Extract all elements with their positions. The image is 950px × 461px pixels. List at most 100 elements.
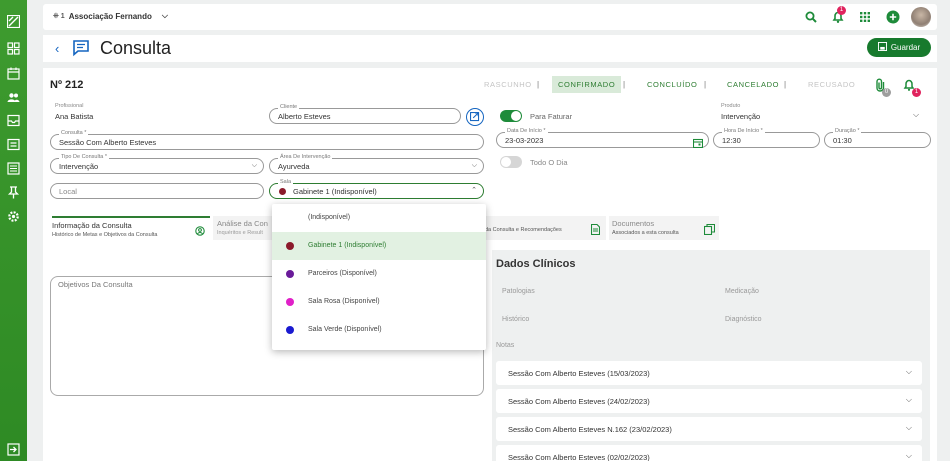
tab-documentos-subtitle: Associados a esta consulta: [612, 230, 679, 236]
sala-option[interactable]: (Indisponível): [272, 204, 486, 232]
notification-badge: 1: [837, 6, 846, 15]
cliente-field[interactable]: Cliente Alberto Esteves: [269, 104, 461, 124]
session-title: Sessão Com Alberto Esteves (15/03/2023): [508, 369, 650, 378]
avatar[interactable]: [911, 7, 931, 27]
color-dot: [286, 242, 294, 250]
logo-icon[interactable]: [7, 15, 20, 28]
page-title: Consulta: [100, 38, 172, 58]
tab-documentos-title: Documentos: [612, 219, 655, 228]
consulta-number: Nº 212: [50, 79, 84, 91]
building-icon: ⁜ 1: [53, 13, 65, 20]
status-cancelado[interactable]: CANCELADO: [727, 80, 779, 89]
tab-informacao[interactable]: Informação da Consulta Histórico de Meta…: [52, 216, 210, 240]
clipboard-icon[interactable]: [7, 138, 20, 151]
hora-inicio-field[interactable]: Hora De Início * 12:30: [713, 128, 820, 148]
title-bar: ‹ Consulta Guardar: [43, 35, 937, 62]
produto-select[interactable]: Intervenção: [721, 112, 760, 121]
status-separator: |: [623, 80, 626, 89]
sidebar: [0, 0, 27, 461]
todo-o-dia-label: Todo O Dia: [530, 158, 568, 167]
add-icon[interactable]: [886, 10, 900, 24]
session-accordion[interactable]: Sessão Com Alberto Esteves (24/02/2023) …: [496, 389, 922, 413]
sala-option-label: Gabinete 1 (Indisponível): [308, 242, 387, 249]
hora-inicio-value: 12:30: [722, 136, 741, 145]
tipo-consulta-label: Tipo De Consulta *: [59, 154, 109, 160]
consulta-label: Consulta *: [59, 130, 89, 136]
data-inicio-field[interactable]: Data De Início * 23-03-2023: [496, 128, 709, 149]
para-faturar-label: Para Faturar: [530, 112, 573, 121]
dashboard-icon[interactable]: [7, 42, 20, 55]
session-accordion[interactable]: Sessão Com Alberto Esteves (15/03/2023) …: [496, 361, 922, 385]
consulta-value: Sessão Com Alberto Esteves: [59, 138, 157, 147]
sala-select[interactable]: Sala Gabinete 1 (Indisponível) ⌃: [269, 179, 484, 199]
status-confirmado[interactable]: CONFIRMADO: [552, 76, 622, 93]
tipo-consulta-select[interactable]: Tipo De Consulta * Intervenção ⌵: [50, 154, 264, 174]
users-icon[interactable]: [7, 91, 20, 104]
session-title: Sessão Com Alberto Esteves N.162 (23/02/…: [508, 425, 672, 434]
status-separator: |: [704, 80, 707, 89]
gear-icon[interactable]: [7, 210, 20, 223]
sala-option-label: (Indisponível): [308, 214, 351, 221]
para-faturar-toggle[interactable]: [500, 110, 522, 122]
document-icon: [590, 222, 601, 240]
session-title: Sessão Com Alberto Esteves (24/02/2023): [508, 397, 650, 406]
status-rascunho[interactable]: RASCUNHO: [484, 80, 532, 89]
data-inicio-label: Data De Início *: [505, 128, 548, 134]
area-intervencao-label: Área De Intervenção: [278, 154, 333, 160]
target-icon: [195, 223, 205, 241]
copy-icon: [703, 222, 716, 240]
status-recusado[interactable]: RECUSADO: [808, 80, 855, 89]
chevron-down-icon[interactable]: ⌵: [913, 110, 919, 120]
apps-grid-icon[interactable]: [858, 10, 872, 24]
org-selector[interactable]: ⁜ 1 Associação Fernando ⌵: [53, 11, 168, 21]
medicacao-label: Medicação: [725, 288, 759, 295]
back-arrow-icon[interactable]: ‹: [55, 41, 59, 56]
duracao-label: Duração *: [833, 128, 862, 134]
cliente-value: Alberto Esteves: [278, 112, 331, 121]
area-intervencao-value: Ayurveda: [278, 162, 310, 171]
calendar-icon[interactable]: [692, 135, 704, 153]
consulta-field[interactable]: Consulta * Sessão Com Alberto Esteves: [50, 130, 484, 150]
calendar-icon[interactable]: [7, 67, 20, 80]
chat-icon: [72, 39, 90, 57]
color-dot: [286, 326, 294, 334]
sala-option-label: Sala Verde (Disponível): [308, 326, 382, 333]
session-title: Sessão Com Alberto Esteves (02/02/2023): [508, 453, 650, 461]
sala-value: Gabinete 1 (Indisponível): [293, 187, 377, 196]
notas-label: Notas: [496, 342, 515, 349]
inbox-icon[interactable]: [7, 114, 20, 127]
pin-icon[interactable]: [7, 186, 20, 199]
search-icon[interactable]: [804, 10, 818, 24]
duracao-field[interactable]: Duração * 01:30: [824, 128, 931, 148]
sala-option[interactable]: Sala Rosa (Disponível): [272, 288, 486, 316]
produto-label: Produto: [721, 103, 741, 109]
status-separator: |: [784, 80, 787, 89]
open-client-button[interactable]: [466, 108, 484, 126]
tab-documentos[interactable]: Documentos Associados a esta consulta: [609, 216, 719, 240]
chevron-down-icon: ⌵: [905, 367, 912, 376]
historico-label: Histórico: [502, 316, 530, 323]
tab-recomendacoes[interactable]: da Consulta e Recomendações: [484, 216, 606, 240]
tipo-consulta-value: Intervenção: [59, 162, 99, 171]
session-accordion[interactable]: Sessão Com Alberto Esteves (02/02/2023) …: [496, 445, 922, 461]
session-accordion[interactable]: Sessão Com Alberto Esteves N.162 (23/02/…: [496, 417, 922, 441]
save-label: Guardar: [890, 43, 921, 52]
color-dot: [286, 270, 294, 278]
list-icon[interactable]: [7, 162, 20, 175]
save-button[interactable]: Guardar: [867, 38, 931, 57]
chevron-down-icon: ⌵: [251, 162, 257, 169]
todo-o-dia-toggle[interactable]: [500, 156, 522, 168]
alerts-badge: 1: [912, 88, 921, 97]
objetivos-placeholder: Objetivos Da Consulta: [58, 280, 133, 289]
sala-option[interactable]: Parceiros (Disponível): [272, 260, 486, 288]
sala-option[interactable]: Sala Verde (Disponível): [272, 316, 486, 344]
dados-clinicos-panel: Dados Clínicos Patologias Medicação Hist…: [492, 250, 930, 461]
sala-option[interactable]: Gabinete 1 (Indisponível): [272, 232, 486, 260]
cliente-label: Cliente: [278, 104, 300, 110]
area-intervencao-select[interactable]: Área De Intervenção Ayurveda ⌵: [269, 154, 484, 174]
local-field[interactable]: Local: [50, 183, 264, 199]
attachments-badge: 0: [882, 88, 891, 97]
logout-icon[interactable]: [7, 443, 20, 456]
status-concluido[interactable]: CONCLUÍDO: [647, 80, 697, 89]
org-name: Associação Fernando: [68, 11, 152, 21]
